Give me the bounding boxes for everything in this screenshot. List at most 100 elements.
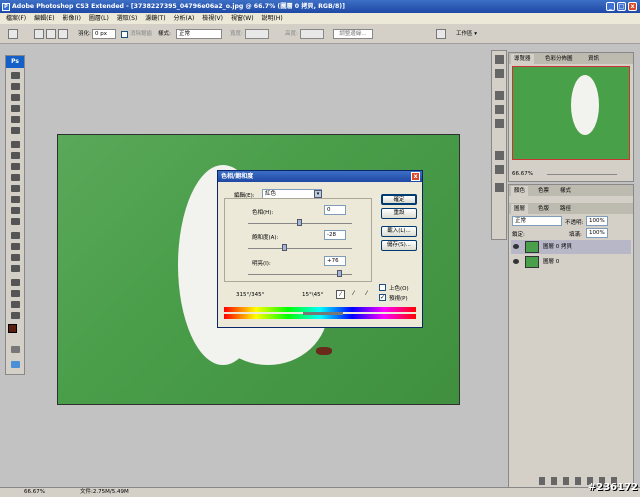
tab-color[interactable]: 顏色 [511,186,529,196]
antialias-label: 消除鋸齒 [130,31,153,37]
gradient-tool-icon[interactable] [11,196,20,203]
saturation-slider-track[interactable] [248,248,352,249]
visibility-eye-icon[interactable] [513,259,519,264]
menu-layer[interactable]: 圖層(L) [89,13,109,24]
dodge-tool-icon[interactable] [11,218,20,225]
eyedropper-icon[interactable]: ⁄ [336,290,345,299]
tool-presets-panel-icon[interactable] [495,105,504,114]
eyedropper-3d-tool-icon[interactable] [11,290,20,297]
add-selection-icon[interactable] [46,29,56,39]
chevron-down-icon[interactable]: ▾ [314,190,322,198]
history-panel-icon[interactable] [495,55,504,64]
save-button[interactable]: 儲存(S)... [381,240,417,251]
menu-filter[interactable]: 濾鏡(T) [145,13,165,24]
screen-mode-icon[interactable] [11,361,20,368]
width-input[interactable] [245,29,269,39]
maximize-button[interactable]: □ [617,2,626,11]
preview-checkbox[interactable]: ✓ [379,294,386,301]
feather-label: 羽化: [78,31,91,37]
menu-view[interactable]: 檢視(V) [202,13,223,24]
clone-source-panel-icon[interactable] [495,183,504,192]
eyedropper-tool-icon[interactable] [11,127,20,134]
notes-tool-icon[interactable] [11,279,20,286]
color-range-slider[interactable] [303,312,343,315]
marquee-tool-icon[interactable] [11,83,20,90]
tab-channels[interactable]: 色版 [535,204,553,214]
reset-button[interactable]: 重設 [381,208,417,219]
menu-window[interactable]: 視窗(W) [231,13,254,24]
new-selection-icon[interactable] [34,29,44,39]
navigator-preview[interactable] [512,66,630,160]
eyedropper-plus-icon[interactable]: ⁄ [349,290,358,299]
tab-styles[interactable]: 樣式 [557,186,575,196]
menu-select[interactable]: 選取(S) [117,13,138,24]
history-brush-tool-icon[interactable] [11,174,20,181]
hue-slider-thumb[interactable] [297,219,302,226]
visibility-eye-icon[interactable] [513,244,519,249]
pen-tool-icon[interactable] [11,232,20,239]
healing-brush-tool-icon[interactable] [11,141,20,148]
clone-stamp-tool-icon[interactable] [11,163,20,170]
character-panel-icon[interactable] [495,151,504,160]
collapsed-panels-strip [491,50,507,240]
eyedropper-minus-icon[interactable]: ⁄ [362,290,371,299]
brush-tool-icon[interactable] [11,152,20,159]
saturation-slider-thumb[interactable] [282,244,288,251]
style-label: 樣式: [158,31,171,37]
zoom-tool-icon[interactable] [11,312,20,319]
menu-file[interactable]: 檔案(F) [6,13,26,24]
hand-tool-icon[interactable] [11,301,20,308]
feather-input[interactable]: 0 px [92,29,116,39]
eraser-tool-icon[interactable] [11,185,20,192]
menu-analysis[interactable]: 分析(A) [174,13,195,24]
navigator-zoom-slider[interactable] [547,174,617,175]
fill-input[interactable]: 100% [586,228,608,238]
hue-input[interactable]: 0 [324,205,346,215]
antialias-checkbox[interactable] [121,31,128,38]
dialog-close-button[interactable]: x [411,172,420,181]
foreground-color-swatch[interactable] [8,324,17,333]
quick-mask-icon[interactable] [11,346,20,353]
workspace-button[interactable]: 工作區 ▾ [456,24,477,43]
crop-tool-icon[interactable] [11,116,20,123]
type-tool-icon[interactable] [11,243,20,250]
tab-info[interactable]: 資訊 [585,54,603,64]
shape-tool-icon[interactable] [11,265,20,272]
actions-panel-icon[interactable] [495,69,504,78]
move-tool-icon[interactable] [11,72,20,79]
saturation-input[interactable]: -28 [324,230,346,240]
minimize-button[interactable]: _ [606,2,615,11]
layer-comps-panel-icon[interactable] [495,119,504,128]
lasso-tool-icon[interactable] [11,94,20,101]
menu-image[interactable]: 影像(I) [62,13,80,24]
menu-edit[interactable]: 編輯(E) [34,13,54,24]
tab-layers[interactable]: 圖層 [511,204,529,214]
menu-bar: 檔案(F) 編輯(E) 影像(I) 圖層(L) 選取(S) 濾鏡(T) 分析(A… [0,13,640,24]
load-button[interactable]: 載入(L)... [381,226,417,237]
colorize-checkbox[interactable] [379,284,386,291]
lightness-slider-thumb[interactable] [336,270,342,277]
opacity-input[interactable]: 100% [586,216,608,226]
blur-tool-icon[interactable] [11,207,20,214]
blend-mode-select[interactable]: 正常 [512,216,562,226]
style-select[interactable]: 正常 [176,29,222,39]
path-selection-tool-icon[interactable] [11,254,20,261]
marquee-preset-icon[interactable] [8,29,18,39]
height-input[interactable] [300,29,324,39]
tab-paths[interactable]: 路徑 [557,204,575,214]
lightness-input[interactable]: +76 [324,256,346,266]
close-button[interactable]: x [628,2,637,11]
refine-edge-button[interactable]: 調整邊緣... [333,29,373,39]
menu-help[interactable]: 說明(H) [261,13,282,24]
ok-button[interactable]: 確定 [381,194,417,205]
palette-well-icon[interactable] [436,29,446,39]
paragraph-panel-icon[interactable] [495,165,504,174]
layer-row-base[interactable]: 圖層 0 [511,255,631,269]
subtract-selection-icon[interactable] [58,29,68,39]
magic-wand-tool-icon[interactable] [11,105,20,112]
brushes-panel-icon[interactable] [495,91,504,100]
tab-histogram[interactable]: 色彩分佈圖 [542,54,576,64]
layer-row-copy[interactable]: 圖層 0 拷貝 [511,240,631,254]
tab-navigator[interactable]: 導覽器 [511,54,534,64]
tab-swatches[interactable]: 色票 [535,186,553,196]
